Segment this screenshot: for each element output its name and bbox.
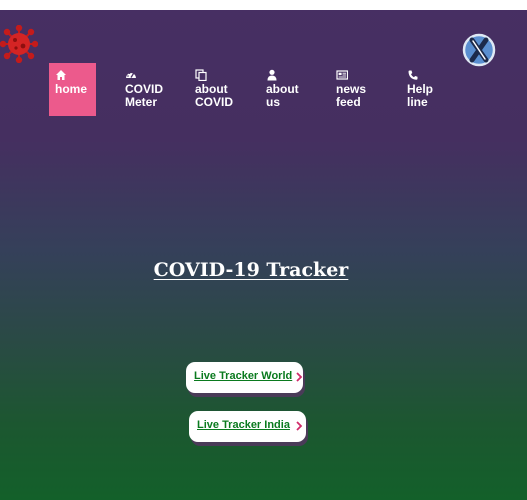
- live-tracker-world-button[interactable]: Live Tracker World: [186, 362, 303, 393]
- nav-item-home[interactable]: home: [49, 63, 96, 116]
- logo-icon[interactable]: [462, 33, 496, 67]
- nav-label-help-line: Help line: [407, 82, 434, 109]
- nav-label-about-covid: about COVID: [195, 82, 234, 109]
- nav-label-news-feed: news feed: [336, 82, 367, 109]
- copy-icon: [195, 69, 207, 81]
- phone-icon: [408, 70, 418, 80]
- chevron-right-icon: [296, 421, 303, 431]
- nav-item-covid-meter[interactable]: COVID Meter: [119, 63, 179, 116]
- home-icon: [56, 70, 66, 80]
- nav-label-about-us: about us: [266, 82, 299, 109]
- nav-item-about-us[interactable]: about us: [260, 63, 320, 116]
- newspaper-icon: [336, 70, 348, 80]
- nav-label-covid-meter: COVID Meter: [125, 82, 164, 109]
- page-title: COVID-19 Tracker: [153, 259, 349, 281]
- virus-icon: [0, 25, 38, 63]
- nav-label-home: home: [55, 82, 88, 96]
- tachometer-icon: [126, 72, 136, 78]
- top-strip: [0, 0, 527, 10]
- user-icon: [267, 69, 277, 81]
- nav-item-news-feed[interactable]: news feed: [330, 63, 390, 116]
- nav-item-help-line[interactable]: Help line: [401, 63, 461, 116]
- chevron-right-icon: [296, 372, 303, 382]
- live-tracker-india-button[interactable]: Live Tracker India: [189, 411, 306, 442]
- live-tracker-india-label: Live Tracker India: [197, 419, 290, 431]
- live-tracker-world-label: Live Tracker World: [194, 370, 293, 382]
- nav-item-about-covid[interactable]: about COVID: [189, 63, 249, 116]
